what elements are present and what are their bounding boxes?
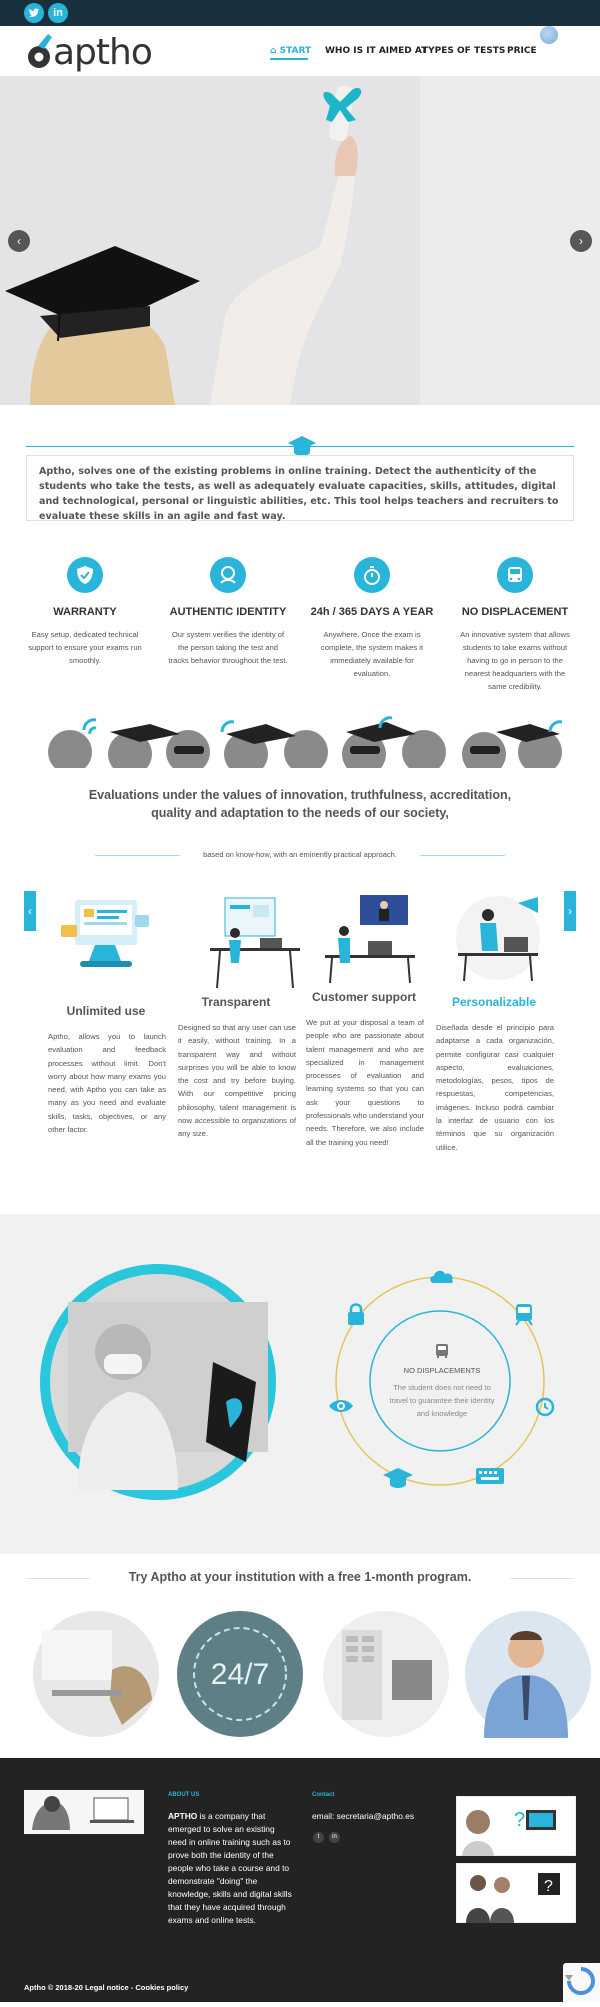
graduation-cap-icon — [383, 1468, 413, 1488]
footer-email[interactable]: email: secretaria@aptho.es — [312, 1810, 414, 1823]
bus-icon — [497, 557, 533, 593]
nav-who-is-it-aimed-at[interactable]: WHO IS IT AIMED AT — [325, 46, 427, 56]
personalizable-illustration — [456, 896, 540, 982]
feature-text: Easy setup, dedicated technical support … — [28, 630, 142, 665]
footer-contact-heading: Contact — [312, 1792, 335, 1798]
linkedin-icon[interactable]: in — [329, 1832, 340, 1843]
clock-text: 24/7 — [211, 1658, 269, 1691]
shield-icon — [67, 557, 103, 593]
card-text: Designed so that any user can use it eas… — [178, 1023, 296, 1139]
nav-start[interactable]: ⌂ START — [270, 46, 311, 56]
graduate-photo — [0, 76, 600, 405]
laptop-photo-circle — [33, 1611, 159, 1737]
customer-support-illustration — [325, 895, 415, 983]
student-photo-circle — [40, 1264, 276, 1500]
feature-title: NO DISPLACEMENT — [461, 606, 569, 618]
alarm-clock-icon — [535, 1397, 555, 1417]
card-text: Aptho, allows you to launch evaluation a… — [48, 1032, 166, 1135]
train-icon — [515, 1304, 533, 1326]
footer-about-heading: ABOUT US — [168, 1792, 200, 1798]
footer-group-image: ? — [456, 1863, 576, 1923]
transparent-illustration — [210, 897, 300, 988]
language-globe-icon[interactable] — [540, 26, 558, 44]
nav-types-of-tests[interactable]: TYPES OF TESTS — [422, 46, 505, 56]
cloud-icon — [430, 1270, 454, 1283]
feature-text: An innovative system that allows student… — [460, 630, 570, 691]
values-heading: Evaluations under the values of innovati… — [88, 788, 512, 820]
card-text: We put at your disposal a team of people… — [306, 1018, 424, 1147]
values-subtitle: based on know-how, with an eminently pra… — [180, 850, 420, 859]
linkedin-icon[interactable]: in — [48, 3, 68, 23]
card-title: Personalizable — [451, 995, 537, 1009]
stopwatch-icon — [354, 557, 390, 593]
top-bar — [0, 0, 600, 26]
copyright-text: Aptho © 2018-20 Legal notice - Cookies p… — [24, 1983, 189, 1992]
carousel-next-button[interactable]: › — [564, 891, 576, 931]
slider-next-button[interactable]: › — [570, 230, 592, 252]
feature-title: WARRANTY — [53, 606, 117, 618]
feature-title: 24h / 365 DAYS A YEAR — [310, 606, 434, 618]
svg-text:?: ? — [544, 1878, 553, 1895]
trial-heading: Try Aptho at your institution with a fre… — [90, 1570, 510, 1584]
feature-text: Our system verifies the identity of the … — [168, 630, 288, 665]
fingerprint-icon — [210, 557, 246, 593]
ring-text: The student does not need to travel to g… — [389, 1383, 495, 1418]
twitter-icon[interactable] — [24, 3, 44, 23]
nav-start-label: START — [279, 46, 312, 56]
ring-title: NO DISPLACEMENTS — [403, 1366, 481, 1375]
recaptcha-badge — [563, 1963, 600, 2002]
businessman-photo-circle — [465, 1611, 591, 1738]
footer-about-body: is a company that emerged to solve an ex… — [168, 1811, 292, 1925]
svg-text:?: ? — [514, 1809, 525, 1831]
logo-text[interactable]: aptho — [53, 35, 153, 71]
intro-text: Aptho, solves one of the existing proble… — [26, 455, 574, 522]
faces-banner-image — [48, 716, 563, 768]
twitter-icon[interactable]: t — [313, 1832, 324, 1843]
card-text: Diseñada desde el principio para adaptar… — [436, 1023, 554, 1152]
eye-icon — [329, 1400, 353, 1412]
feature-title: AUTHENTIC IDENTITY — [169, 606, 287, 618]
nav-price[interactable]: PRICE — [507, 46, 537, 56]
slider-prev-button[interactable]: ‹ — [8, 230, 30, 252]
active-underline — [270, 58, 308, 60]
card-title: Customer support — [311, 990, 416, 1004]
footer-illustration — [24, 1790, 144, 1834]
hero-slider — [0, 76, 600, 405]
keyboard-photo-circle — [323, 1611, 449, 1737]
clock-photo-circle: 24/7 — [177, 1611, 303, 1737]
unlimited-use-illustration — [61, 900, 149, 967]
home-icon: ⌂ — [270, 46, 280, 56]
keyboard-icon — [476, 1468, 504, 1484]
carousel-prev-button[interactable]: ‹ — [24, 891, 36, 931]
card-title: Unlimited use — [66, 1004, 146, 1018]
feature-text: Anywhere. Once the exam is complete, the… — [320, 630, 424, 678]
footer-student-laptop-image: ? — [456, 1796, 576, 1856]
footer-brand: APTHO — [168, 1811, 198, 1821]
card-title: Transparent — [201, 995, 271, 1009]
lock-icon — [348, 1303, 364, 1325]
bus-icon — [436, 1344, 448, 1358]
footer-about-text: APTHO is a company that emerged to solve… — [168, 1810, 293, 1927]
